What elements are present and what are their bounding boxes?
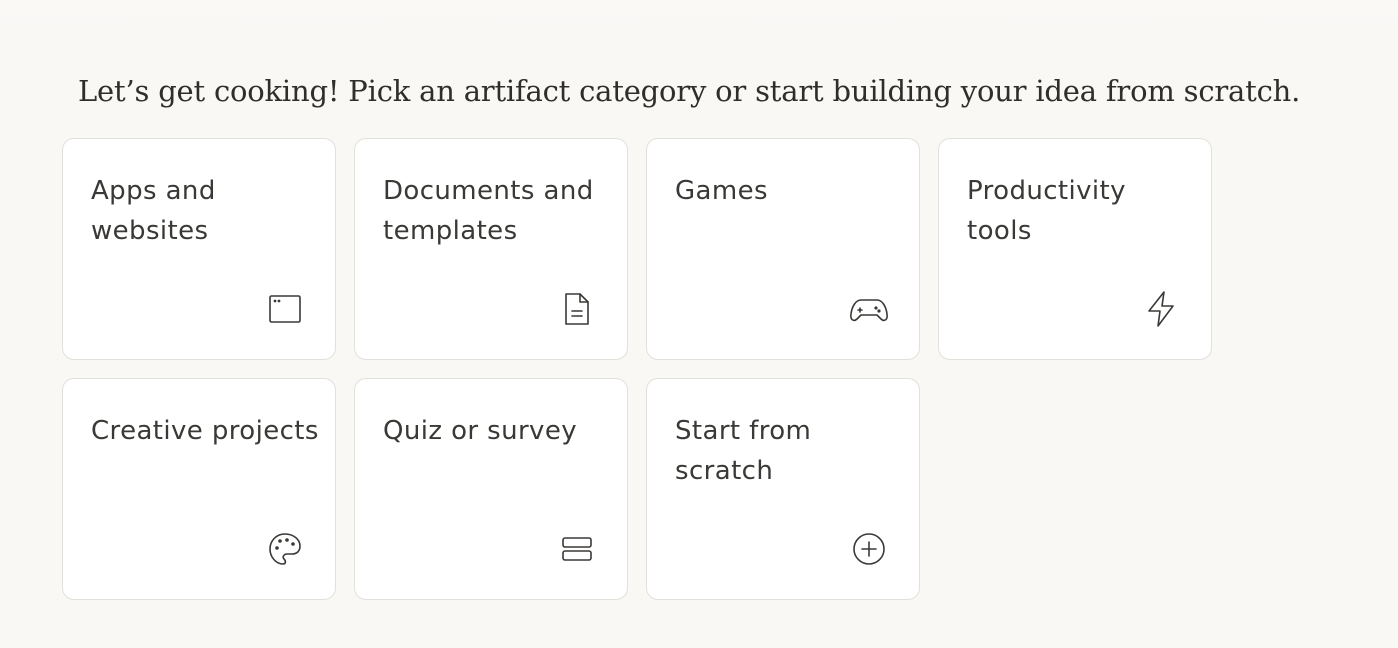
category-card-label: Productivity tools: [967, 176, 1126, 246]
lightning-icon: [1141, 289, 1181, 329]
category-card-label: Apps and websites: [91, 176, 216, 246]
category-card-label: Start from scratch: [675, 416, 812, 486]
plus-circle-icon: [849, 529, 889, 569]
category-card-label: Documents and templates: [383, 176, 594, 246]
category-card-productivity-tools[interactable]: Productivity tools: [938, 138, 1212, 360]
category-card-label: Quiz or survey: [383, 416, 578, 446]
category-card-creative-projects[interactable]: Creative projects: [62, 378, 336, 600]
palette-icon: [265, 529, 305, 569]
document-icon: [557, 289, 597, 329]
category-card-label: Games: [675, 176, 768, 206]
category-card-label: Creative projects: [91, 416, 319, 446]
category-card-start-from-scratch[interactable]: Start from scratch: [646, 378, 920, 600]
stacked-rows-icon: [557, 529, 597, 569]
page-headline: Let’s get cooking! Pick an artifact cate…: [78, 74, 1301, 108]
app-window-icon: [265, 289, 305, 329]
gamepad-icon: [849, 289, 889, 329]
category-card-documents-and-templates[interactable]: Documents and templates: [354, 138, 628, 360]
top-strip: [0, 0, 1398, 44]
category-card-quiz-or-survey[interactable]: Quiz or survey: [354, 378, 628, 600]
category-card-apps-and-websites[interactable]: Apps and websites: [62, 138, 336, 360]
category-card-games[interactable]: Games: [646, 138, 920, 360]
